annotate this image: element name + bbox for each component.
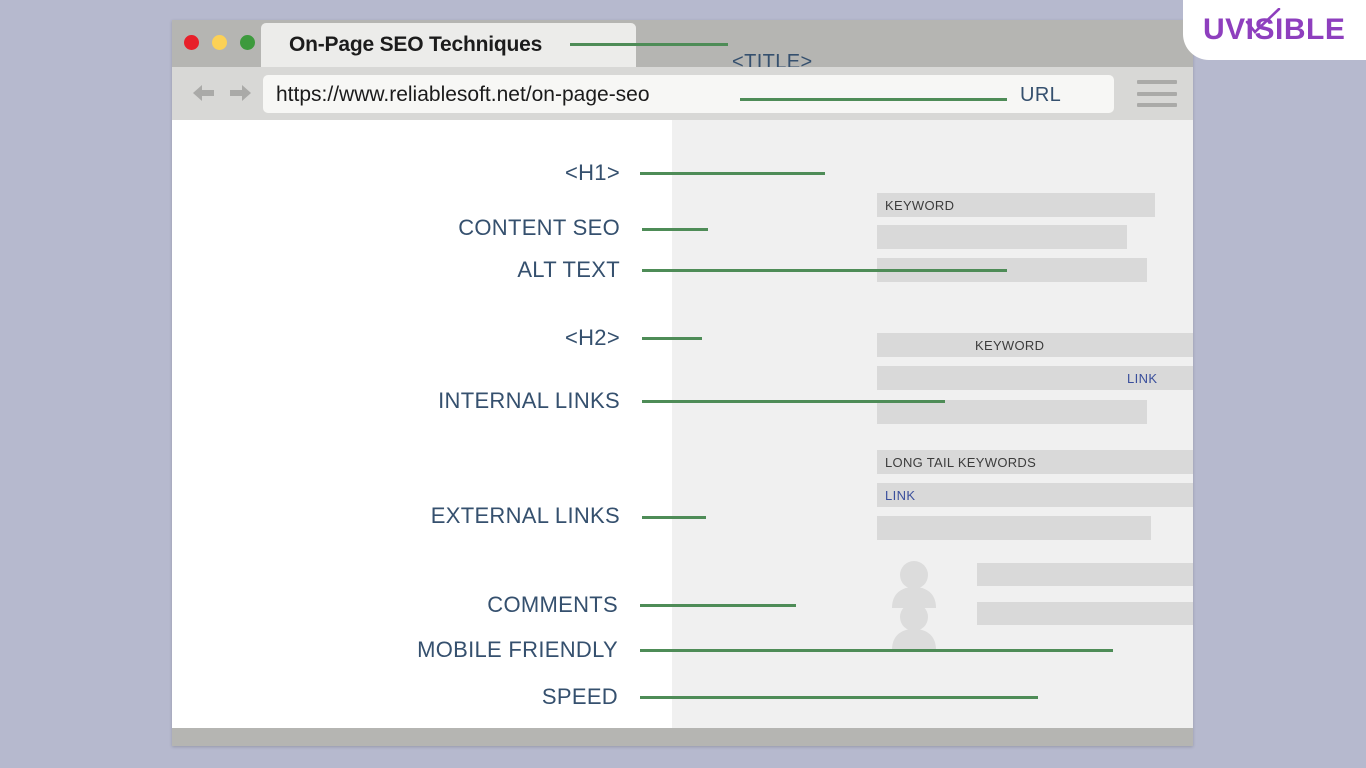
window-controls[interactable] bbox=[184, 35, 255, 50]
leader-line-external-links bbox=[642, 516, 706, 519]
leader-line-mobile-friendly bbox=[640, 649, 1113, 652]
annotation-external-links: EXTERNAL LINKS bbox=[430, 503, 620, 528]
leader-line-title bbox=[570, 43, 728, 46]
long-tail-keywords-label: LONG TAIL KEYWORDS bbox=[885, 455, 1037, 470]
annotation-internal-links: INTERNAL LINKS bbox=[438, 388, 620, 413]
comment-bar bbox=[977, 602, 1193, 625]
content-bar bbox=[877, 225, 1127, 249]
browser-statusbar bbox=[172, 728, 1193, 746]
content-bar bbox=[877, 483, 1193, 507]
external-link-text[interactable]: LINK bbox=[885, 488, 916, 503]
leader-line-internal-links bbox=[642, 400, 945, 403]
leader-line-alt-text bbox=[642, 269, 1007, 272]
mock-page-panel: POST TITLE KEYWORD HEADINGS KEYWORD LINK bbox=[672, 120, 1193, 728]
watermark-text: UVISIBLE bbox=[1203, 13, 1346, 46]
minimize-button[interactable] bbox=[212, 35, 227, 50]
annotation-speed: SPEED bbox=[541, 684, 618, 709]
hamburger-icon[interactable] bbox=[1137, 80, 1177, 107]
leader-line-h2 bbox=[642, 337, 702, 340]
browser-window: On-Page SEO Techniques <TITLE> https://w… bbox=[172, 20, 1193, 746]
tab-title: On-Page SEO Techniques bbox=[289, 33, 543, 56]
user-avatar-icon bbox=[888, 602, 940, 655]
maximize-button[interactable] bbox=[240, 35, 255, 50]
page-viewport: POST TITLE KEYWORD HEADINGS KEYWORD LINK bbox=[172, 120, 1193, 728]
annotation-content-seo: CONTENT SEO bbox=[458, 215, 620, 240]
annotation-comments: COMMENTS bbox=[487, 592, 618, 617]
content-bar bbox=[877, 400, 1147, 424]
navigation-arrows[interactable] bbox=[190, 81, 254, 105]
hamburger-line bbox=[1137, 80, 1177, 84]
close-button[interactable] bbox=[184, 35, 199, 50]
leader-line-comments bbox=[640, 604, 796, 607]
keyword-label-1: KEYWORD bbox=[885, 198, 955, 213]
callout-url-tag: URL bbox=[1020, 84, 1062, 106]
url-text: https://www.reliablesoft.net/on-page-seo bbox=[276, 83, 650, 106]
annotation-alt-text: ALT TEXT bbox=[517, 257, 620, 282]
leader-line-speed bbox=[640, 696, 1038, 699]
hamburger-line bbox=[1137, 103, 1177, 107]
url-input[interactable]: https://www.reliablesoft.net/on-page-seo… bbox=[263, 75, 1114, 113]
annotation-h1: <H1> bbox=[564, 160, 620, 185]
browser-toolbar: https://www.reliablesoft.net/on-page-seo… bbox=[172, 67, 1193, 120]
arrow-left-icon[interactable] bbox=[190, 81, 216, 105]
leader-line-url bbox=[740, 98, 1007, 101]
content-bar bbox=[877, 516, 1151, 540]
watermark-panel: UVISIBLE bbox=[1183, 0, 1366, 60]
comment-bar bbox=[977, 563, 1193, 586]
leader-line-h1 bbox=[640, 172, 825, 175]
hamburger-line bbox=[1137, 91, 1177, 96]
keyword-label-2: KEYWORD bbox=[975, 338, 1045, 353]
internal-link-text[interactable]: LINK bbox=[1127, 371, 1158, 386]
arrow-right-icon[interactable] bbox=[228, 81, 254, 105]
annotation-mobile-friendly: MOBILE FRIENDLY bbox=[417, 637, 618, 662]
leader-line-content-seo bbox=[642, 228, 708, 231]
annotation-h2: <H2> bbox=[564, 325, 620, 350]
